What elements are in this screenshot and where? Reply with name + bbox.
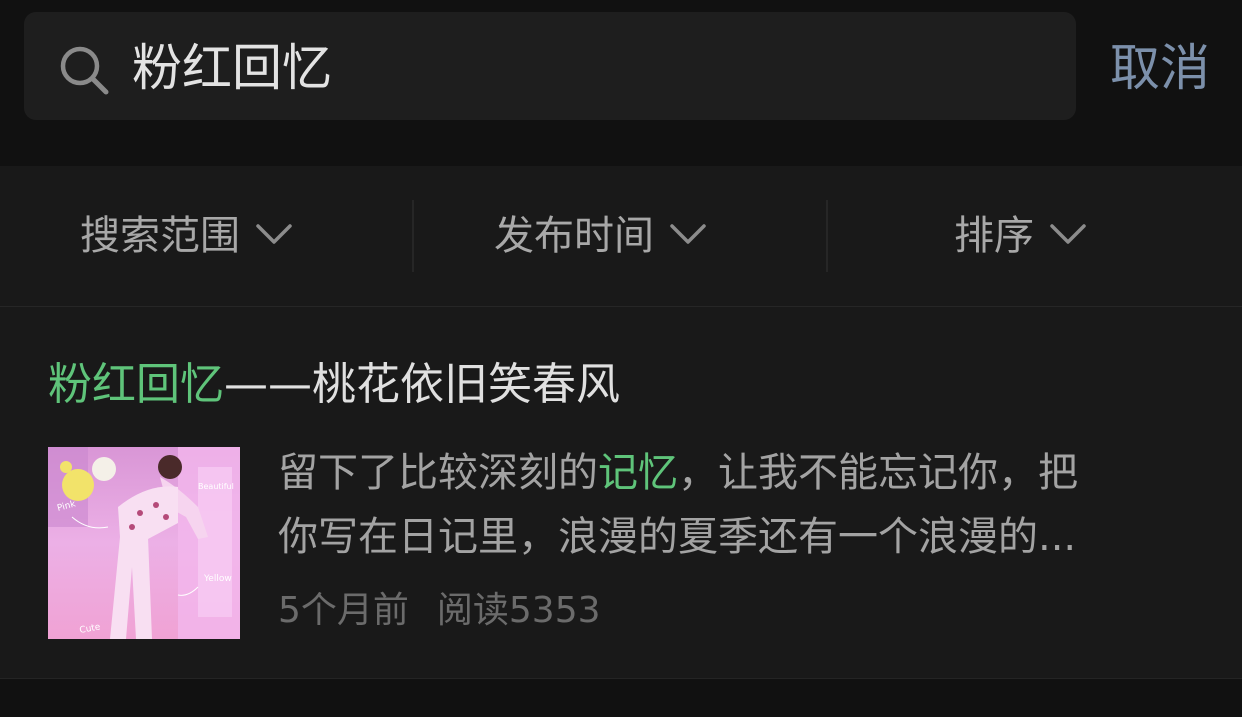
snippet-highlight: 记忆: [598, 450, 678, 496]
title-highlight: 粉红回忆: [48, 359, 224, 410]
chevron-down-icon: [256, 224, 292, 244]
publish-time: 5个月前: [278, 590, 409, 631]
snippet-text: ，让我不能忘记你，把: [678, 450, 1078, 496]
read-count: 阅读5353: [436, 590, 601, 631]
snippet-line: 你写在日记里，浪漫的夏季还有一个浪漫的...: [278, 514, 1077, 560]
filter-bar: 搜索范围 发布时间 排序: [0, 166, 1242, 307]
filter-publish-time[interactable]: 发布时间: [494, 208, 708, 264]
filter-label: 发布时间: [494, 213, 654, 259]
search-results-page: 粉红回忆 取消 搜索范围 发布时间 排序 粉红回忆——桃花依旧笑春风 Pink …: [0, 0, 1242, 717]
divider: [412, 200, 414, 272]
result-thumbnail[interactable]: Pink Beautiful Yellow Cute: [48, 447, 240, 639]
snippet-text: 留下了比较深刻的: [278, 450, 598, 496]
filter-sort[interactable]: 排序: [954, 208, 1088, 264]
divider: [826, 200, 828, 272]
snippet-line: 留下了比较深刻的记忆，让我不能忘记你，把: [278, 441, 1198, 505]
filter-search-scope[interactable]: 搜索范围: [80, 208, 294, 264]
search-icon: [60, 46, 109, 95]
result-item[interactable]: 粉红回忆——桃花依旧笑春风 Pink Beautiful Yellow Cute…: [0, 307, 1242, 679]
search-header: 粉红回忆 取消: [0, 0, 1242, 164]
chevron-down-icon: [1050, 224, 1086, 244]
svg-text:Yellow: Yellow: [203, 574, 232, 584]
bottom-area: [0, 679, 1242, 717]
cancel-button[interactable]: 取消: [1110, 36, 1210, 100]
search-input[interactable]: 粉红回忆: [132, 36, 332, 100]
result-meta: 5个月前 阅读5353: [278, 583, 601, 639]
chevron-down-icon: [670, 224, 706, 244]
result-snippet: 留下了比较深刻的记忆，让我不能忘记你，把 你写在日记里，浪漫的夏季还有一个浪漫的…: [278, 441, 1198, 569]
result-title[interactable]: 粉红回忆——桃花依旧笑春风: [48, 355, 620, 415]
title-rest: ——桃花依旧笑春风: [224, 359, 620, 410]
filter-label: 搜索范围: [80, 213, 240, 259]
svg-text:Beautiful: Beautiful: [198, 482, 234, 491]
filter-label: 排序: [954, 213, 1034, 259]
